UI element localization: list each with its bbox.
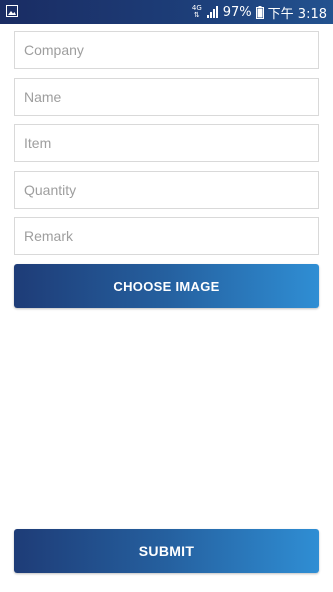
name-input[interactable] <box>24 78 309 115</box>
clock: 下午 3:18 <box>267 6 327 22</box>
submit-button[interactable]: SUBMIT <box>14 529 319 573</box>
gallery-notification-icon <box>6 5 18 17</box>
name-field[interactable] <box>14 77 319 116</box>
company-field[interactable] <box>14 31 319 69</box>
battery-icon <box>255 5 264 19</box>
status-icons: 4G ⇅ 97% 下午 3:18 <box>191 3 327 22</box>
item-field[interactable] <box>14 124 319 162</box>
battery-percent: 97% <box>222 4 252 20</box>
item-input[interactable] <box>24 125 309 161</box>
company-input[interactable] <box>24 32 309 68</box>
order-form <box>14 31 319 264</box>
quantity-input[interactable] <box>24 171 309 208</box>
status-bar: 4G ⇅ 97% 下午 3:18 <box>0 0 333 24</box>
quantity-field[interactable] <box>14 170 319 209</box>
choose-image-button[interactable]: CHOOSE IMAGE <box>14 264 319 308</box>
signal-icon <box>206 6 218 18</box>
remark-input[interactable] <box>24 218 309 254</box>
remark-field[interactable] <box>14 217 319 255</box>
network-type-icon: 4G ⇅ <box>191 4 202 19</box>
